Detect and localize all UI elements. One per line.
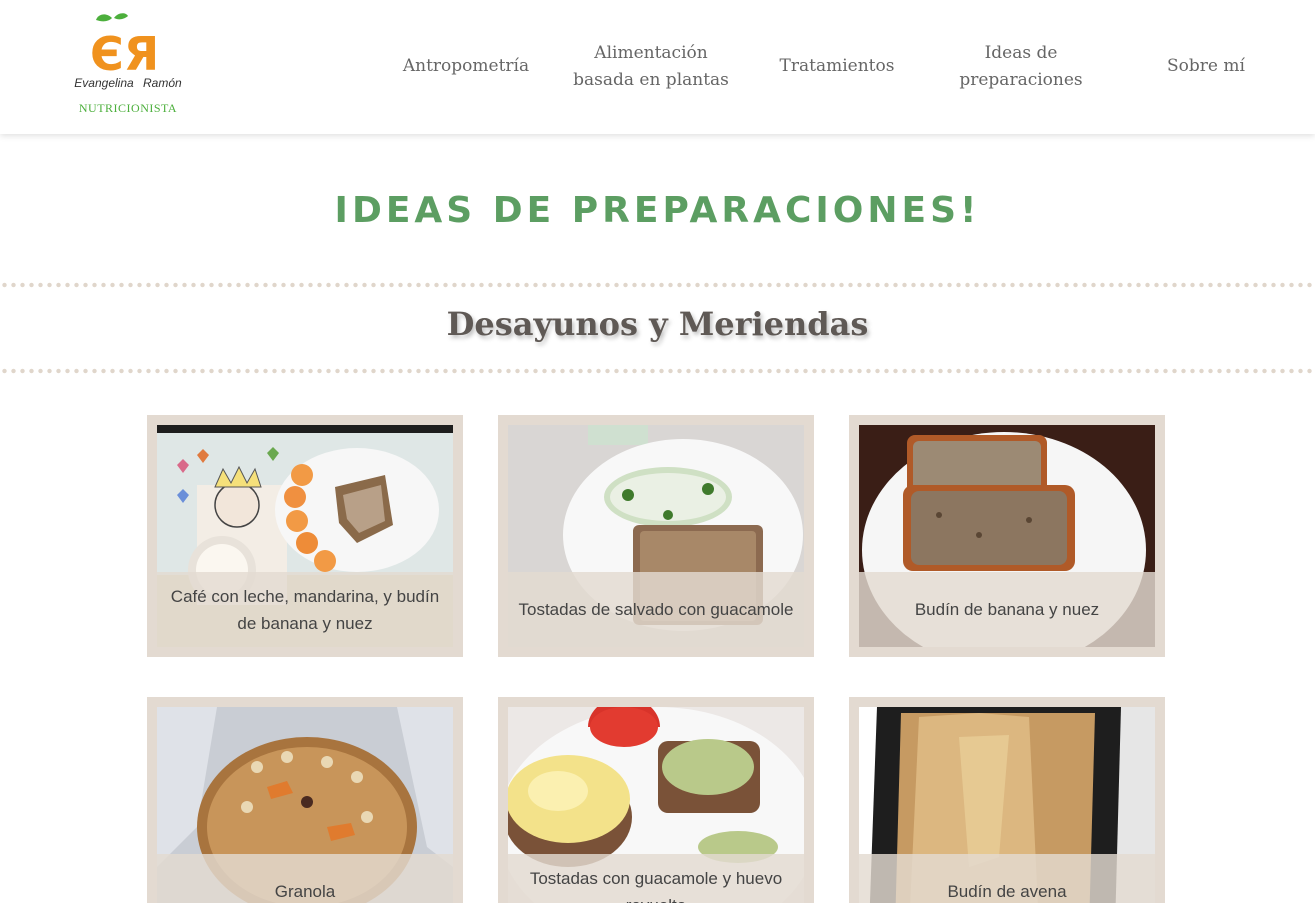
logo-mark-icon: ЄЯ <box>90 13 159 74</box>
recipe-card[interactable]: Budín de avena <box>849 697 1165 903</box>
recipe-photo: Granola <box>157 707 453 903</box>
recipe-photo: Budín de avena <box>859 707 1155 903</box>
dotted-divider-top <box>0 282 1315 288</box>
recipe-card[interactable]: Budín de banana y nuez <box>849 415 1165 657</box>
recipe-caption: Budín de banana y nuez <box>859 572 1155 647</box>
recipe-photo: Tostadas de salvado con guacamole <box>508 425 804 647</box>
recipe-card[interactable]: Café con leche, mandarina, y budín de ba… <box>147 415 463 657</box>
recipe-caption: Tostadas de salvado con guacamole <box>508 572 804 647</box>
nav-item-tratamientos[interactable]: Tratamientos <box>772 53 902 80</box>
section-title: Desayunos y Meriendas <box>446 305 869 343</box>
recipe-card[interactable]: Tostadas con guacamole y huevo revuelto <box>498 697 814 903</box>
recipe-photo: Tostadas con guacamole y huevo revuelto <box>508 707 804 903</box>
recipe-caption: Café con leche, mandarina, y budín de ba… <box>157 572 453 647</box>
site-logo[interactable]: ЄЯ Evangelina Ramón NUTRICIONISTA <box>68 12 188 120</box>
recipe-caption: Budín de avena <box>859 854 1155 903</box>
nav-item-alimentacion[interactable]: Alimentación basada en plantas <box>566 40 736 94</box>
nav-item-sobre-mi[interactable]: Sobre mí <box>1160 53 1252 80</box>
recipe-photo: Budín de banana y nuez <box>859 425 1155 647</box>
recipe-card[interactable]: Granola <box>147 697 463 903</box>
recipe-caption: Tostadas con guacamole y huevo revuelto <box>508 854 804 903</box>
logo-subtitle: NUTRICIONISTA <box>78 101 178 115</box>
site-header: ЄЯ Evangelina Ramón NUTRICIONISTA Antrop… <box>0 0 1315 134</box>
nav-item-antropometria[interactable]: Antropometría <box>398 53 534 80</box>
recipe-card[interactable]: Tostadas de salvado con guacamole <box>498 415 814 657</box>
dotted-divider-bottom <box>0 368 1315 374</box>
page-title: IDEAS DE PREPARACIONES! <box>334 190 981 231</box>
logo-name: Evangelina Ramón <box>74 76 182 90</box>
svg-text:ЄЯ: ЄЯ <box>90 27 159 74</box>
recipe-caption: Granola <box>157 854 453 903</box>
nav-item-ideas[interactable]: Ideas de preparaciones <box>948 40 1094 94</box>
recipe-photo: Café con leche, mandarina, y budín de ba… <box>157 425 453 647</box>
